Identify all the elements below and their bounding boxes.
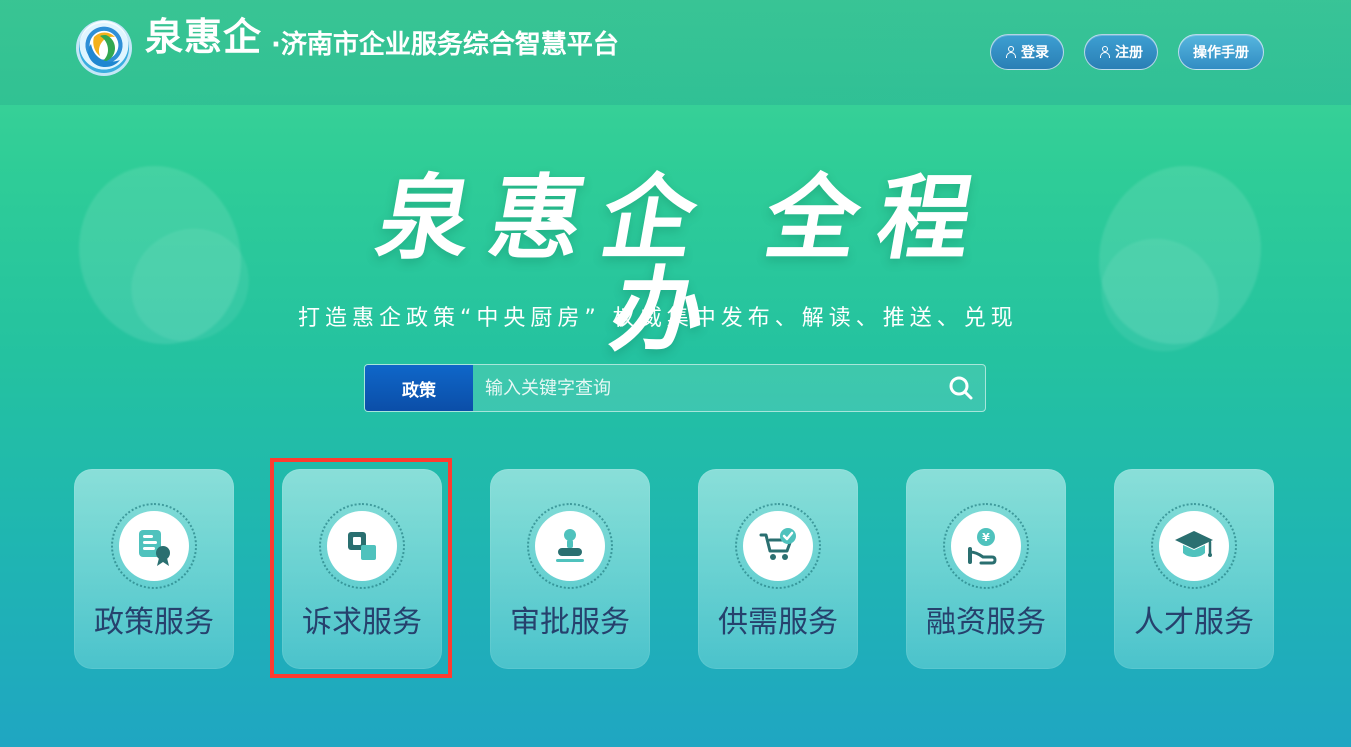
- service-card-approval[interactable]: 审批服务: [490, 469, 650, 669]
- service-label-talent: 人才服务: [1134, 605, 1254, 640]
- highlight-frame: [270, 458, 452, 678]
- search-icon: [949, 376, 973, 400]
- service-card-policy[interactable]: 政策服务: [74, 469, 234, 669]
- manual-button-label: 操作手册: [1193, 45, 1249, 61]
- register-button-label: 注册: [1115, 45, 1143, 61]
- hero-tagline: 打造惠企政策“中央厨房” 权威集中发布、解读、推送、兑现: [298, 306, 1018, 331]
- service-label-policy: 政策服务: [94, 605, 214, 640]
- search-button[interactable]: [937, 365, 985, 411]
- service-card-talent[interactable]: 人才服务: [1114, 469, 1274, 669]
- svg-text:¥: ¥: [982, 531, 990, 544]
- brand-subtitle: ·济南市企业服务综合智慧平台: [271, 30, 619, 60]
- service-card-finance[interactable]: ¥ 融资服务: [906, 469, 1066, 669]
- service-label-finance: 融资服务: [926, 605, 1046, 640]
- user-icon: [1005, 46, 1017, 58]
- approval-stamp-icon: [535, 511, 605, 581]
- register-button[interactable]: 注册: [1084, 34, 1158, 70]
- graduation-cap-icon: [1159, 511, 1229, 581]
- header-actions: 登录 注册 操作手册: [990, 34, 1264, 70]
- login-button[interactable]: 登录: [990, 34, 1064, 70]
- policy-search-bar: 政策: [364, 364, 986, 412]
- service-card-supply-demand[interactable]: 供需服务: [698, 469, 858, 669]
- manual-button[interactable]: 操作手册: [1178, 34, 1264, 70]
- login-button-label: 登录: [1021, 45, 1049, 61]
- service-label-supply-demand: 供需服务: [718, 605, 838, 640]
- search-type-selector[interactable]: 政策: [365, 365, 473, 411]
- service-label-approval: 审批服务: [510, 605, 630, 640]
- top-header: 泉惠企 ·济南市企业服务综合智慧平台 登录 注册 操作手册: [0, 0, 1351, 105]
- search-input[interactable]: [473, 365, 937, 411]
- brand-logo: [76, 20, 132, 76]
- finance-hand-yuan-icon: ¥: [951, 511, 1021, 581]
- brand-title: 泉惠企: [145, 15, 263, 59]
- service-grid: 政策服务 诉求服务 审批服务 供需服务 ¥ 融资服务 人才服务: [74, 469, 1274, 669]
- user-icon: [1099, 46, 1111, 58]
- policy-document-icon: [119, 511, 189, 581]
- shopping-cart-check-icon: [743, 511, 813, 581]
